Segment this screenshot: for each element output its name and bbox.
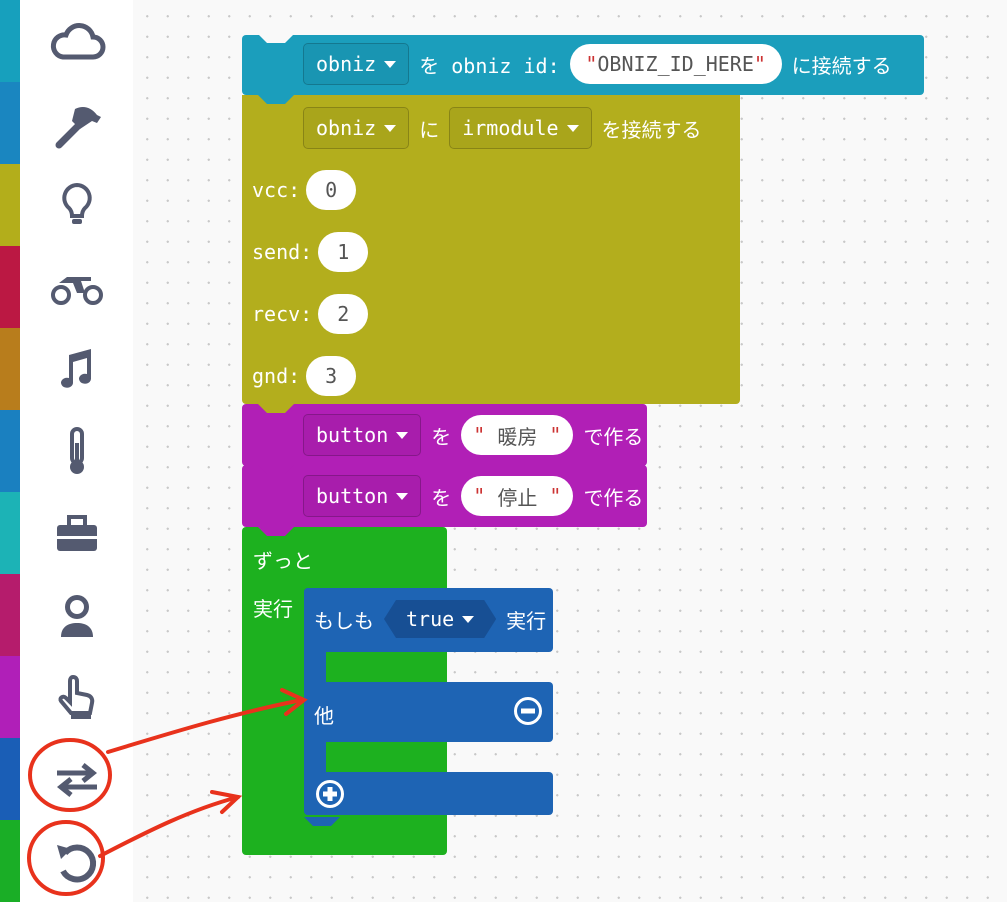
red-annotations bbox=[27, 688, 308, 896]
